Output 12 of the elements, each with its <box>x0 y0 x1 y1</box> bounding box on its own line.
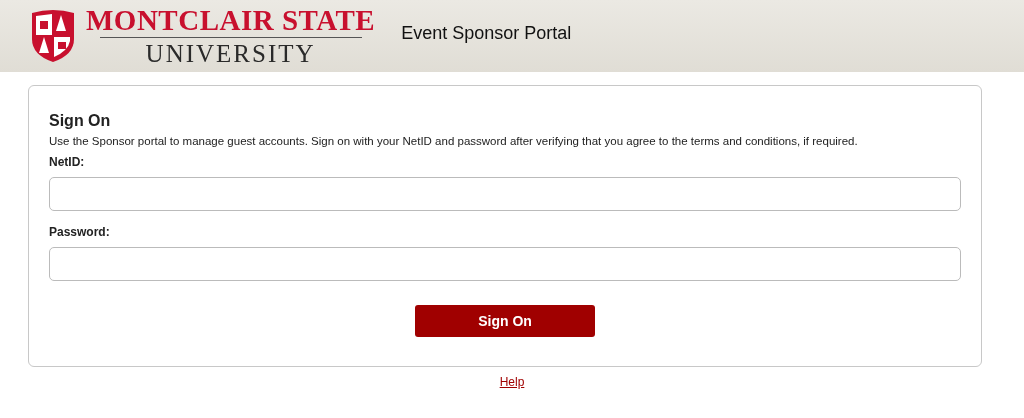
netid-field[interactable] <box>49 177 961 211</box>
field-label: Password: <box>49 225 111 239</box>
logo-wordmark: MONTCLAIR STATE <box>86 4 376 35</box>
shield-logo-icon <box>30 9 76 63</box>
description: Use the Sponsor portal to manage guest accounts. Sign on with your NetID and password after verifying that you agree to the terms and conditions, if required. <box>49 135 859 147</box>
portal-title: Event Sponsor Portal <box>401 22 572 44</box>
logo-subtitle: UNIVERSITY <box>145 39 316 68</box>
help-link[interactable]: Help <box>499 375 525 389</box>
card-title: Sign On <box>49 112 112 130</box>
sign-on-button[interactable]: Sign On <box>415 305 595 337</box>
field-label: NetID: <box>49 155 86 169</box>
password-field[interactable] <box>49 247 961 281</box>
